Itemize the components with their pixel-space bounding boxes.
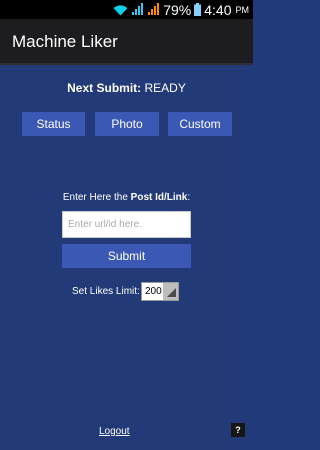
clock-ampm: PM — [235, 4, 250, 15]
dropdown-arrow-icon — [163, 283, 178, 300]
main-content: Next Submit: READY Status Photo Custom E… — [0, 65, 253, 450]
status-button[interactable]: Status — [22, 112, 85, 136]
photo-button[interactable]: Photo — [95, 112, 159, 136]
signal-icon — [147, 3, 160, 16]
logout-link[interactable]: Logout — [99, 426, 130, 437]
help-button[interactable]: ? — [231, 423, 245, 437]
likes-limit-row: Set Likes Limit: 200 — [0, 282, 253, 302]
custom-button[interactable]: Custom — [168, 112, 232, 136]
battery-icon — [194, 3, 202, 16]
status-bar-indicators: 79% 4:40 PM — [113, 1, 249, 18]
post-label-bold: Post Id/Link — [130, 192, 188, 203]
likes-limit-value: 200 — [145, 286, 162, 297]
signal-icon — [131, 3, 144, 16]
battery-percent: 79% — [163, 1, 192, 18]
likes-limit-label: Set Likes Limit: — [72, 286, 140, 297]
next-submit-value: READY — [144, 81, 186, 95]
post-label-suffix: : — [187, 192, 191, 203]
wifi-icon — [113, 4, 128, 16]
post-url-input[interactable] — [62, 211, 191, 238]
app-title: Machine Liker — [12, 32, 118, 51]
action-bar: Machine Liker — [0, 19, 253, 65]
submit-button[interactable]: Submit — [62, 244, 191, 268]
post-id-label: Enter Here the Post Id/Link: — [0, 192, 253, 203]
status-bar: 79% 4:40 PM — [0, 0, 253, 19]
next-submit-label: Next Submit: — [67, 81, 142, 95]
likes-limit-select[interactable]: 200 — [141, 282, 179, 301]
post-label-prefix: Enter Here the — [62, 192, 131, 203]
clock-time: 4:40 — [204, 1, 232, 18]
next-submit-status: Next Submit: READY — [0, 81, 253, 95]
